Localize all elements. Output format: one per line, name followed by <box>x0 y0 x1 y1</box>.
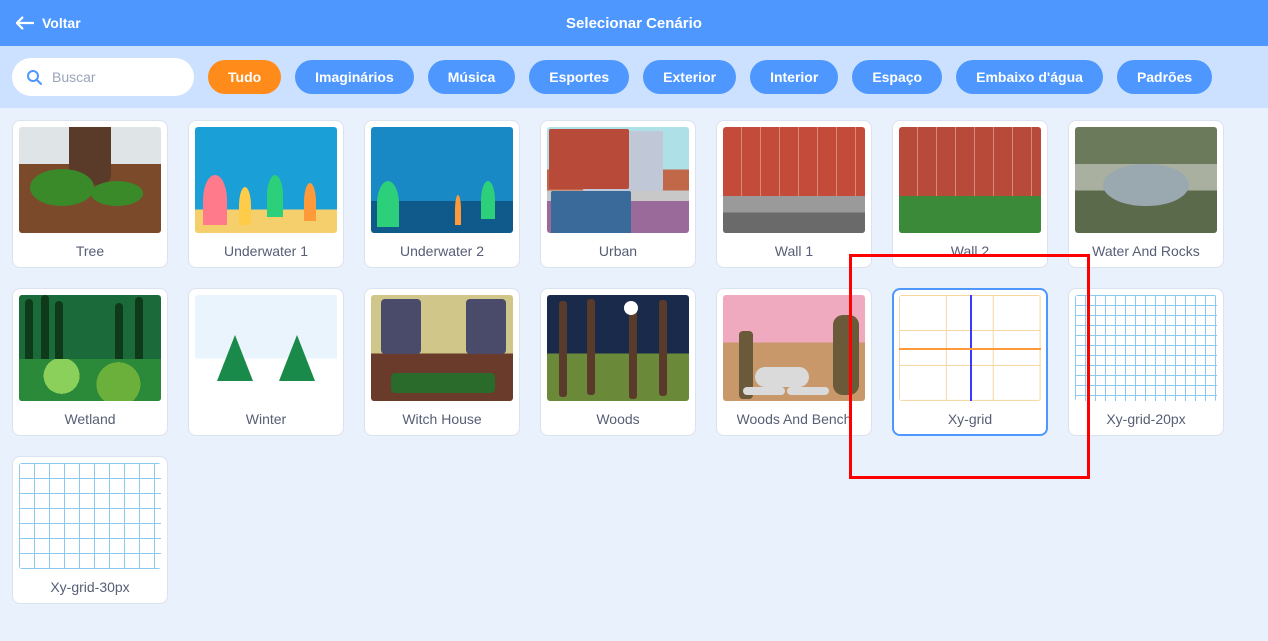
backdrop-card[interactable]: Wall 1 <box>716 120 872 268</box>
backdrop-label: Urban <box>599 243 637 259</box>
filter-bar: Tudo Imaginários Música Esportes Exterior Int… <box>0 46 1268 108</box>
backdrop-thumbnail <box>19 295 161 401</box>
backdrop-card[interactable]: Water And Rocks <box>1068 120 1224 268</box>
backdrop-card[interactable]: Winter <box>188 288 344 436</box>
backdrop-card[interactable]: Xy-grid <box>892 288 1048 436</box>
filter-pill-espa-o[interactable]: Espaço <box>852 60 942 94</box>
back-button[interactable]: Voltar <box>0 15 81 31</box>
backdrop-card[interactable]: Woods And Bench <box>716 288 872 436</box>
backdrop-thumbnail <box>547 295 689 401</box>
backdrop-grid: Tree Underwater 1 Underwater 2 Urban Wall 1 W… <box>0 108 1268 616</box>
backdrop-card[interactable]: Xy-grid-20px <box>1068 288 1224 436</box>
filter-pill-exterior[interactable]: Exterior <box>643 60 736 94</box>
backdrop-card[interactable]: Woods <box>540 288 696 436</box>
back-arrow-icon <box>16 16 34 30</box>
backdrop-label: Witch House <box>402 411 481 427</box>
backdrop-label: Water And Rocks <box>1092 243 1200 259</box>
filter-pill-imagin-rios[interactable]: Imaginários <box>295 60 414 94</box>
backdrop-thumbnail <box>19 127 161 233</box>
search-icon <box>26 69 42 85</box>
backdrop-card[interactable]: Wetland <box>12 288 168 436</box>
backdrop-thumbnail <box>547 127 689 233</box>
backdrop-label: Xy-grid <box>948 411 992 427</box>
backdrop-label: Woods And Bench <box>737 411 852 427</box>
filter-pill-m-sica[interactable]: Música <box>428 60 515 94</box>
filter-pill-interior[interactable]: Interior <box>750 60 838 94</box>
page-title: Selecionar Cenário <box>566 15 702 32</box>
backdrop-thumbnail <box>899 127 1041 233</box>
backdrop-thumbnail <box>195 295 337 401</box>
backdrop-card[interactable]: Underwater 1 <box>188 120 344 268</box>
backdrop-thumbnail <box>195 127 337 233</box>
backdrop-thumbnail <box>371 295 513 401</box>
backdrop-label: Wall 2 <box>951 243 989 259</box>
backdrop-card[interactable]: Witch House <box>364 288 520 436</box>
backdrop-card[interactable]: Underwater 2 <box>364 120 520 268</box>
backdrop-label: Tree <box>76 243 104 259</box>
backdrop-label: Xy-grid-20px <box>1106 411 1185 427</box>
backdrop-label: Xy-grid-30px <box>50 579 129 595</box>
top-bar: Voltar Selecionar Cenário <box>0 0 1268 46</box>
backdrop-card[interactable]: Wall 2 <box>892 120 1048 268</box>
search-box[interactable] <box>12 58 194 96</box>
back-label: Voltar <box>42 15 81 31</box>
filter-pill-padr-es[interactable]: Padrões <box>1117 60 1212 94</box>
filter-pill-embaixo-d-gua[interactable]: Embaixo d'água <box>956 60 1103 94</box>
filter-pill-esportes[interactable]: Esportes <box>529 60 629 94</box>
backdrop-label: Woods <box>596 411 639 427</box>
backdrop-label: Underwater 2 <box>400 243 484 259</box>
backdrop-thumbnail <box>19 463 161 569</box>
backdrop-card[interactable]: Urban <box>540 120 696 268</box>
backdrop-card[interactable]: Tree <box>12 120 168 268</box>
filter-pill-tudo[interactable]: Tudo <box>208 60 281 94</box>
backdrop-thumbnail <box>723 295 865 401</box>
backdrop-label: Wetland <box>64 411 115 427</box>
search-input[interactable] <box>52 69 233 85</box>
backdrop-thumbnail <box>723 127 865 233</box>
backdrop-thumbnail <box>1075 295 1217 401</box>
backdrop-thumbnail <box>899 295 1041 401</box>
backdrop-card[interactable]: Xy-grid-30px <box>12 456 168 604</box>
backdrop-label: Winter <box>246 411 286 427</box>
backdrop-label: Underwater 1 <box>224 243 308 259</box>
backdrop-label: Wall 1 <box>775 243 813 259</box>
backdrop-thumbnail <box>371 127 513 233</box>
backdrop-thumbnail <box>1075 127 1217 233</box>
